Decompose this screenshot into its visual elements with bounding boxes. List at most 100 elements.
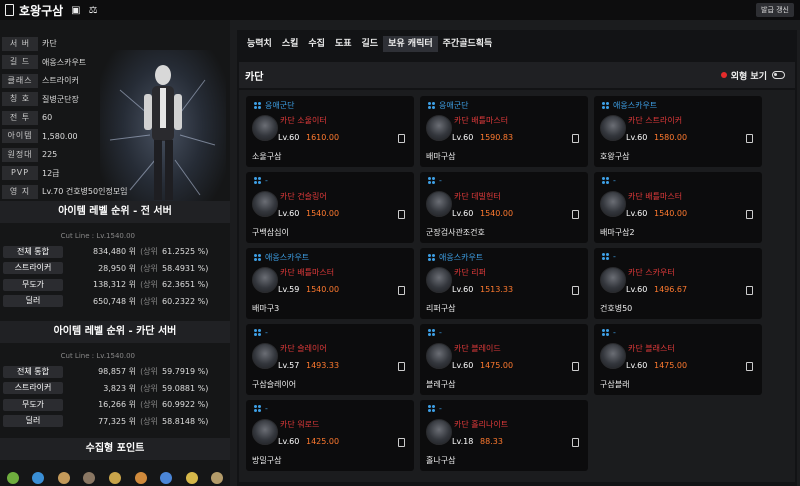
scale-icon[interactable]: ⚖ [89,5,98,16]
copy-icon[interactable] [572,134,579,143]
appearance-label: 외형 보기 [730,71,767,82]
profile-label: 길 드 [2,55,38,69]
rank-percent: 62.3651 %) [162,280,209,289]
guild-name: 응애군단 [439,101,469,110]
copy-icon[interactable] [398,210,405,219]
card-guild: - [253,404,268,413]
profile-label: 칭 호 [2,92,38,106]
rank-row: 딜러 77,325 위 (상위 58.8148 %) [0,414,230,429]
copy-icon[interactable] [398,134,405,143]
tab-3[interactable]: 도표 [330,36,357,52]
card-item-level: 1496.67 [654,285,688,294]
people-icon [601,253,610,260]
copy-icon[interactable] [746,210,753,219]
tab-2[interactable]: 수집 [303,36,330,52]
character-card[interactable]: 애옹스카우트 카단 스트라이커 Lv.60 1580.00 호왕구삼 [594,96,762,167]
mask-icon[interactable] [83,472,96,484]
character-card[interactable]: - 카단 배틀마스터 Lv.60 1540.00 배마구삼2 [594,172,762,243]
copy-icon[interactable] [398,438,405,447]
card-level: Lv.60 [278,133,300,142]
card-class: 리퍼 [471,268,487,277]
guild-name: - [439,176,442,185]
profile-value: 60 [42,113,53,122]
rank-value: 650,748 위 [93,296,136,306]
character-card[interactable]: 애옹스카우트 카단 리퍼 Lv.60 1513.33 리퍼구삼 [420,248,588,319]
character-card[interactable]: - 카단 워로드 Lv.60 1425.00 방밀구삼 [246,400,414,471]
card-class: 스트라이커 [645,116,683,125]
character-card[interactable]: - 카단 슬레이어 Lv.57 1493.33 구삼슬레이어 [246,324,414,395]
profile-value: 12급 [42,168,60,178]
card-server-class: 카단 블래스터 [628,343,675,354]
voyage-icon[interactable] [134,472,147,484]
character-card[interactable]: - 카단 블래스터 Lv.60 1475.00 구삼블래 [594,324,762,395]
card-server-class: 카단 건슬링어 [280,191,327,202]
card-server-class: 카단 배틀마스터 [280,267,334,278]
card-class: 블래스터 [645,344,675,353]
leaf-icon[interactable] [160,472,173,484]
character-card[interactable]: - 카단 건슬링어 Lv.60 1540.00 구백삼십이 [246,172,414,243]
orb-icon[interactable] [211,472,224,484]
seed-icon[interactable] [6,472,19,484]
copy-icon[interactable] [572,438,579,447]
character-card[interactable]: - 카단 홀리나이트 Lv.18 88.33 홀나구삼 [420,400,588,471]
card-server: 카단 [280,192,295,201]
card-server-class: 카단 홀리나이트 [454,419,508,430]
refresh-button[interactable]: 발급 갱신 [756,3,794,17]
copy-icon[interactable] [746,286,753,295]
copy-icon[interactable] [398,362,405,371]
bookmark-icon[interactable] [5,4,14,16]
art-icon[interactable] [108,472,121,484]
rank-sub: (상위 [140,247,158,256]
island-icon[interactable] [32,472,45,484]
id-card-icon[interactable]: ▣ [71,5,80,16]
rank-label: 전체 통합 [3,245,63,258]
card-class: 배틀마스터 [645,192,683,201]
rank-sub: (상위 [140,263,158,273]
tab-0[interactable]: 능력치 [242,36,277,52]
card-item-level: 1540.00 [306,285,340,294]
profile-label: 서 버 [2,36,38,51]
rank-sub: (상위 [140,400,158,409]
map-icon[interactable] [57,472,70,484]
star-icon[interactable] [185,472,198,484]
profile-row: 전 투 60 [0,109,52,126]
profile-label: 영 지 [2,184,38,199]
character-card[interactable]: 애옹스카우트 카단 배틀마스터 Lv.59 1540.00 배마구3 [246,248,414,319]
copy-icon[interactable] [572,210,579,219]
tab-4[interactable]: 길드 [357,36,384,52]
character-card[interactable]: - 카단 스카우터 Lv.60 1496.67 건호병50 [594,248,762,319]
tab-6[interactable]: 주간골드획득 [438,36,498,52]
card-item-level: 1513.33 [480,285,514,294]
appearance-toggle[interactable] [772,71,785,79]
card-item-level: 1580.00 [654,133,688,142]
character-card[interactable]: 응애군단 카단 소울이터 Lv.60 1610.00 소울구삼 [246,96,414,167]
character-card[interactable]: - 카단 블레이드 Lv.60 1475.00 블레구삼 [420,324,588,395]
card-character-name: 호왕구삼 [600,152,630,161]
profile-label: 클래스 [2,73,38,88]
card-server-class: 카단 스트라이커 [628,115,682,126]
tab-5[interactable]: 보유 캐릭터 [383,36,438,52]
rank-row: 전체 통합 98,857 위 (상위 59.7919 %) [0,364,230,379]
card-class: 배틀마스터 [297,268,335,277]
card-item-level: 1610.00 [306,133,340,142]
card-level: Lv.60 [626,133,648,142]
card-guild: - [427,176,442,185]
copy-icon[interactable] [398,286,405,295]
roster-header: 카단 외형 보기 [239,62,795,88]
character-card[interactable]: 응애군단 카단 배틀마스터 Lv.60 1590.83 배마구삼 [420,96,588,167]
card-server: 카단 [454,192,469,201]
copy-icon[interactable] [572,362,579,371]
tab-1[interactable]: 스킬 [277,36,304,52]
rank-percent: 58.4931 %) [162,263,209,273]
rank-value: 3,823 위 [103,383,136,393]
character-card[interactable]: - 카단 데빌헌터 Lv.60 1540.00 군장검사관조건호 [420,172,588,243]
rank-label: 전체 통합 [3,365,63,378]
copy-icon[interactable] [572,286,579,295]
copy-icon[interactable] [746,362,753,371]
copy-icon[interactable] [746,134,753,143]
rank-all-title: 아이템 레벨 순위 - 전 서버 [0,201,230,223]
profile-value: 225 [42,150,58,159]
rank-value: 16,266 위 [98,400,136,409]
people-icon [427,102,436,109]
card-character-name: 구삼블래 [600,380,630,389]
